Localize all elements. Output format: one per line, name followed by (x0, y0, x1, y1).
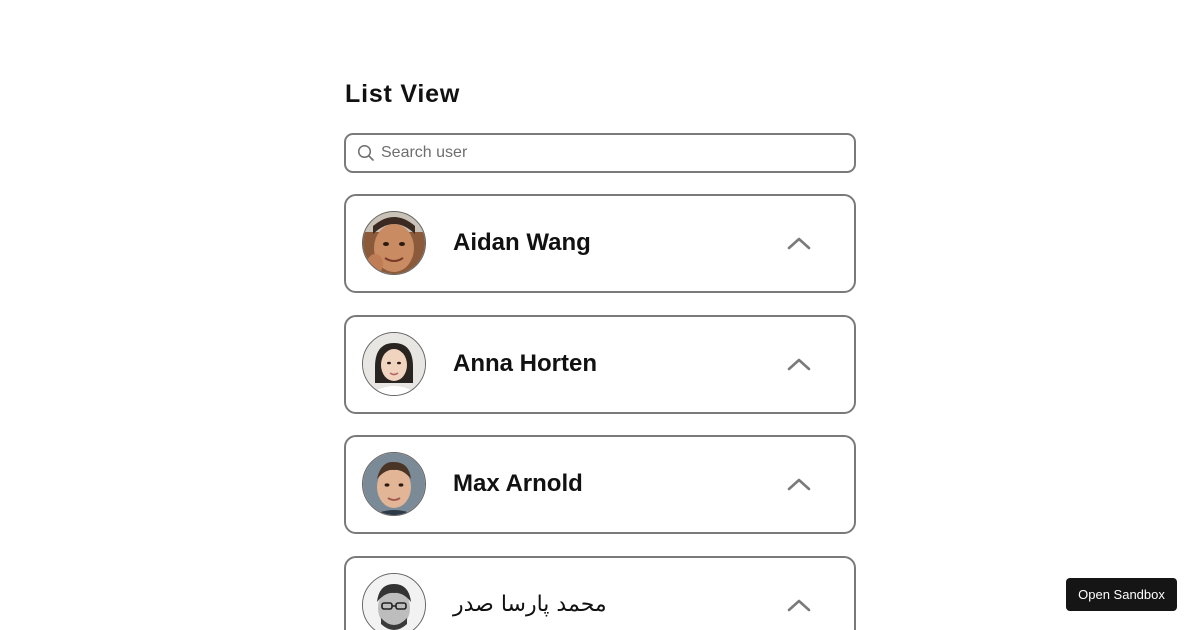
user-card[interactable]: محمد پارسا صدر (344, 556, 856, 630)
user-card[interactable]: Aidan Wang (344, 194, 856, 293)
avatar (362, 332, 426, 396)
chevron-up-icon[interactable] (786, 354, 812, 374)
user-card[interactable]: Anna Horten (344, 315, 856, 414)
avatar (362, 573, 426, 630)
page: List View Search user Aidan Wang Anna Ho… (0, 0, 1200, 630)
user-name: محمد پارسا صدر (453, 592, 607, 617)
user-name: Aidan Wang (453, 229, 591, 256)
user-name: Max Arnold (453, 470, 583, 497)
avatar (362, 211, 426, 275)
search-icon (357, 144, 375, 162)
search-input[interactable] (381, 144, 841, 162)
chevron-up-icon[interactable] (786, 233, 812, 253)
user-name: Anna Horten (453, 350, 597, 377)
chevron-up-icon[interactable] (786, 474, 812, 494)
page-title: List View (345, 80, 461, 108)
chevron-up-icon[interactable] (786, 595, 812, 615)
user-card[interactable]: Max Arnold (344, 435, 856, 534)
open-sandbox-button[interactable]: Open Sandbox (1066, 578, 1177, 611)
search-box[interactable] (344, 133, 856, 173)
avatar (362, 452, 426, 516)
